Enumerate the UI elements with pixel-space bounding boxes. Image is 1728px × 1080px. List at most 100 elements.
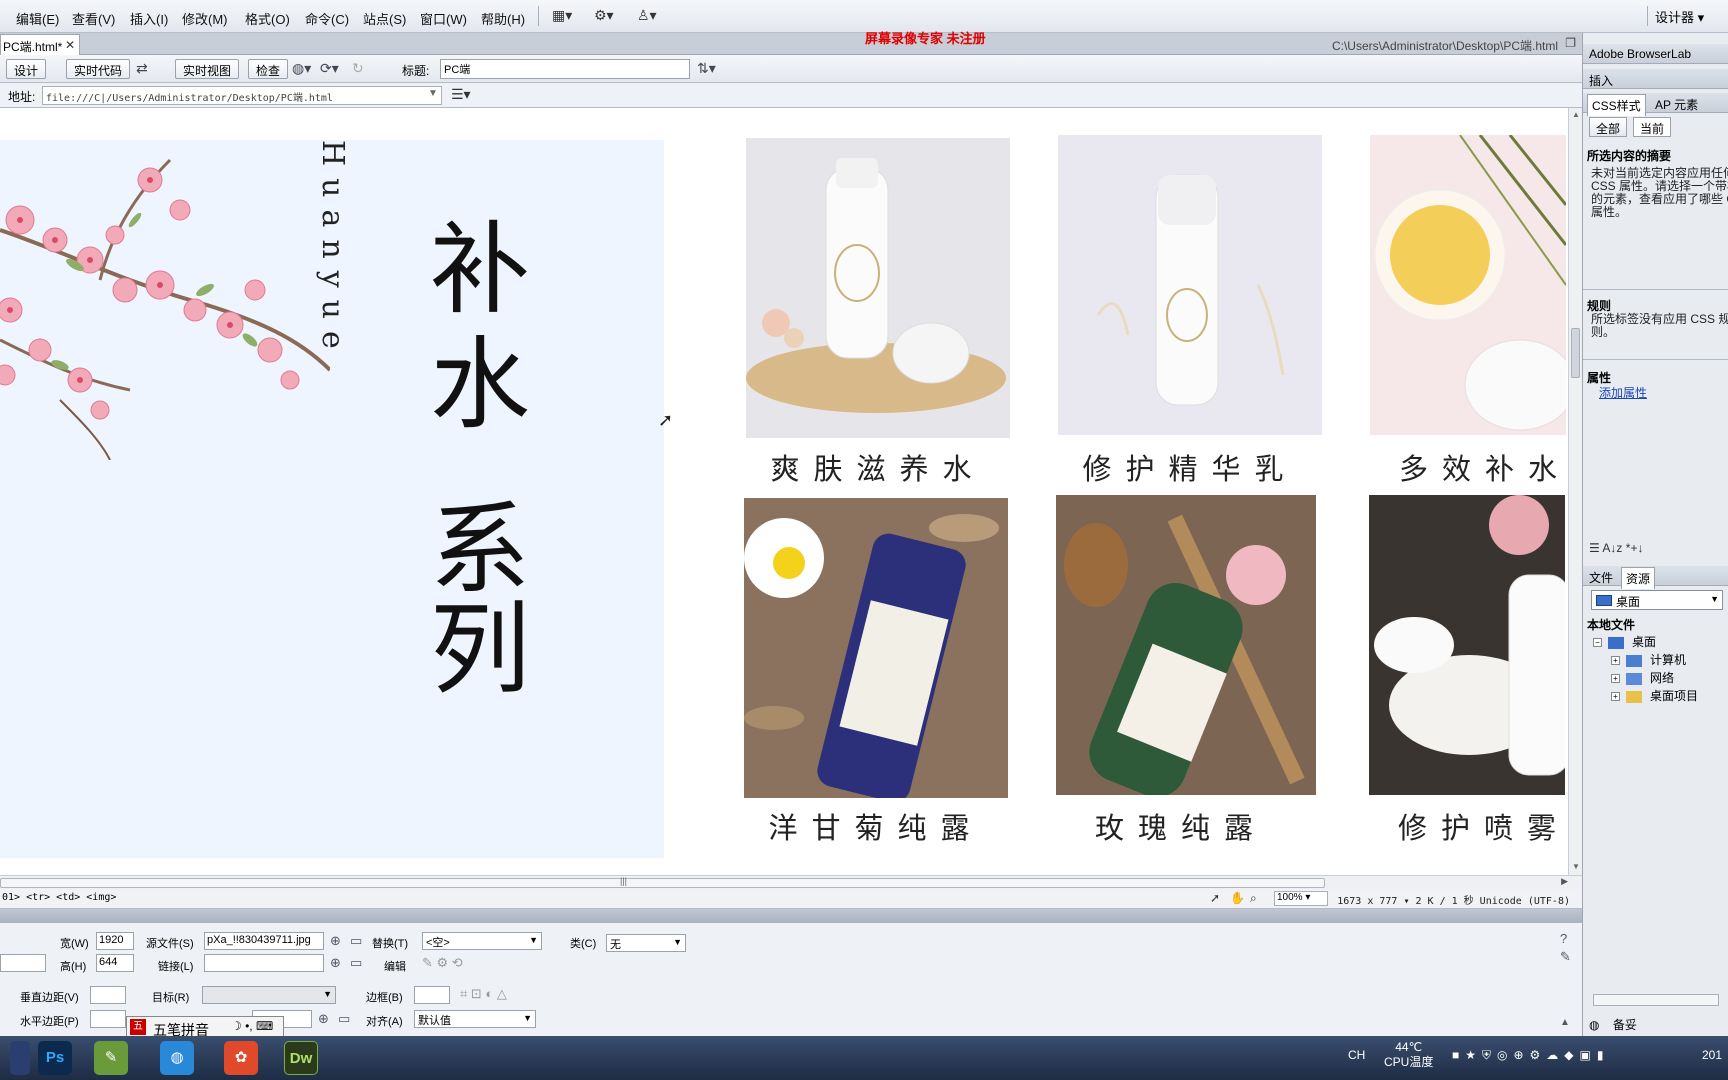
- collapse-icon[interactable]: −: [1593, 638, 1602, 648]
- product-photo[interactable]: [1058, 135, 1322, 435]
- address-input[interactable]: file:///C|/Users/Administrator/Desktop/P…: [42, 86, 442, 105]
- preview-browser-icon[interactable]: ◍▾: [292, 60, 311, 77]
- product-photo[interactable]: [1056, 495, 1316, 795]
- assets-tab[interactable]: 资源: [1621, 567, 1656, 589]
- layout-icon[interactable]: ▦▾: [552, 7, 572, 24]
- clock[interactable]: 201: [1702, 1048, 1722, 1062]
- menu-view[interactable]: 查看(V): [72, 9, 115, 28]
- scroll-down-icon[interactable]: ▼: [1572, 862, 1580, 871]
- menu-format[interactable]: 格式(O): [245, 9, 290, 28]
- ap-elements-tab[interactable]: AP 元素: [1655, 96, 1698, 113]
- menu-modify[interactable]: 修改(M): [182, 9, 228, 28]
- expand-icon[interactable]: +: [1611, 656, 1620, 666]
- menu-commands[interactable]: 命令(C): [305, 9, 349, 28]
- vertical-scrollbar[interactable]: ▲ ▼: [1568, 108, 1582, 875]
- ime-toolbar[interactable]: 五 五笔拼音 ☽ •, ⌨: [126, 1016, 284, 1038]
- product-photo[interactable]: [1370, 135, 1566, 435]
- hand-tool-icon[interactable]: ✋: [1230, 891, 1245, 905]
- scroll-right-icon[interactable]: ▶: [1561, 876, 1568, 887]
- product-photo[interactable]: [746, 138, 1010, 438]
- menu-insert[interactable]: 插入(I): [130, 9, 168, 28]
- vspace-input[interactable]: [90, 986, 126, 1004]
- current-button[interactable]: 当前: [1633, 117, 1672, 137]
- scroll-thumb[interactable]: [0, 878, 1325, 888]
- panel-divider[interactable]: [1583, 359, 1728, 360]
- tray-icons[interactable]: ■★⛨◎⊕⚙☁◆▣▮: [1452, 1048, 1609, 1063]
- align-select[interactable]: 默认值 ▼: [414, 1010, 536, 1028]
- browserlab-tab[interactable]: Adobe BrowserLab: [1589, 47, 1691, 61]
- files-horizontal-scrollbar[interactable]: [1593, 994, 1719, 1006]
- photoshop-taskbar-icon[interactable]: Ps: [38, 1041, 72, 1075]
- dreamweaver-taskbar-icon[interactable]: Dw: [284, 1041, 318, 1075]
- insert-tab[interactable]: 插入: [1589, 72, 1613, 89]
- height-input[interactable]: 644: [96, 954, 134, 972]
- product-photo[interactable]: [744, 498, 1008, 798]
- select-tool-icon[interactable]: ➚: [1210, 891, 1220, 905]
- menu-window[interactable]: 窗口(W): [420, 9, 467, 28]
- close-icon[interactable]: ✕: [65, 38, 75, 52]
- live-code-button[interactable]: 实时代码: [66, 59, 131, 79]
- tag-selector[interactable]: 01> <tr> <td> <img>: [2, 892, 116, 903]
- css-styles-tab[interactable]: CSS样式: [1587, 94, 1646, 116]
- design-canvas[interactable]: Huanyue 补 水 系 列 爽肤滋养水 修护精华乳 多效补水 洋甘菊纯露 玫…: [0, 108, 1568, 875]
- game-taskbar-icon[interactable]: ✿: [224, 1041, 258, 1075]
- split-view-icon[interactable]: ⇄: [136, 60, 148, 77]
- edit-icon[interactable]: ✎: [1560, 949, 1571, 965]
- scroll-thumb[interactable]: [1571, 328, 1580, 378]
- tree-node-computer[interactable]: + 计算机: [1611, 651, 1686, 668]
- class-select[interactable]: 无 ▼: [606, 934, 686, 952]
- width-input[interactable]: 1920: [96, 932, 134, 950]
- ime-mode-icons[interactable]: ☽ •, ⌨: [231, 1019, 273, 1033]
- edit-image-icon[interactable]: ✎ ⚙ ⟲: [422, 955, 463, 971]
- menu-help[interactable]: 帮助(H): [481, 9, 525, 28]
- title-input[interactable]: [440, 59, 690, 79]
- point-to-file-icon[interactable]: ⊕: [318, 1011, 329, 1027]
- language-indicator[interactable]: CH: [1348, 1048, 1365, 1062]
- design-view-button[interactable]: 设计: [6, 59, 47, 79]
- scroll-up-icon[interactable]: ▲: [1572, 110, 1580, 119]
- insert-panel-header[interactable]: 插入: [1583, 69, 1728, 89]
- product-photo[interactable]: [1369, 495, 1565, 795]
- refresh-icon[interactable]: ↻: [352, 60, 364, 77]
- folder-icon[interactable]: ▭: [350, 933, 362, 949]
- browserlab-panel-header[interactable]: Adobe BrowserLab: [1583, 44, 1728, 64]
- panel-divider[interactable]: [1583, 289, 1728, 290]
- folder-icon[interactable]: ▭: [338, 1011, 350, 1027]
- tree-node-network[interactable]: + 网络: [1611, 669, 1674, 686]
- site-icon[interactable]: ♙▾: [637, 7, 657, 24]
- view-options-icon[interactable]: ☰▾: [451, 86, 471, 103]
- horizontal-scrollbar[interactable]: ||| ▶: [0, 875, 1582, 889]
- expand-icon[interactable]: +: [1611, 692, 1620, 702]
- live-view-button[interactable]: 实时视图: [175, 59, 240, 79]
- refresh-design-icon[interactable]: ⟳▾: [320, 60, 339, 77]
- document-tab[interactable]: PC端.html* ✕: [0, 34, 80, 55]
- css-view-toggles[interactable]: ☰ A↓z *+↓: [1589, 541, 1643, 555]
- point-to-file-icon[interactable]: ⊕: [330, 955, 341, 971]
- src-input[interactable]: pXa_!!830439711.jpg: [204, 932, 324, 950]
- crop-icon[interactable]: ⌗ ⊡ ◐ △: [460, 986, 507, 1002]
- name-input[interactable]: [0, 954, 46, 972]
- zoom-select[interactable]: 100% ▾: [1274, 891, 1328, 906]
- expand-icon[interactable]: +: [1611, 674, 1620, 684]
- alt-select[interactable]: <空> ▼: [422, 932, 542, 950]
- menu-site[interactable]: 站点(S): [363, 9, 406, 28]
- point-to-file-icon[interactable]: ⊕: [330, 933, 341, 949]
- menu-edit[interactable]: 编辑(E): [16, 9, 59, 28]
- add-property-link[interactable]: 添加属性: [1599, 384, 1647, 401]
- target-select[interactable]: ▼: [202, 986, 336, 1004]
- tree-node-desktop-items[interactable]: + 桌面项目: [1611, 687, 1698, 704]
- gear-icon[interactable]: ⚙▾: [594, 7, 614, 24]
- site-location-select[interactable]: 桌面 ▼: [1591, 590, 1723, 610]
- folder-icon[interactable]: ▭: [350, 955, 362, 971]
- tree-node-desktop[interactable]: − 桌面: [1593, 633, 1656, 650]
- link-input[interactable]: [204, 954, 324, 972]
- browser-taskbar-icon[interactable]: ◍: [160, 1041, 194, 1075]
- chevron-down-icon[interactable]: ▼: [428, 88, 438, 99]
- files-tab[interactable]: 文件: [1589, 569, 1613, 586]
- start-button[interactable]: [10, 1041, 30, 1075]
- zoom-tool-icon[interactable]: ⌕: [1250, 891, 1257, 906]
- collapse-icon[interactable]: ▲: [1560, 1017, 1570, 1028]
- help-icon[interactable]: ?: [1560, 931, 1567, 946]
- restore-icon[interactable]: ❐: [1565, 36, 1576, 50]
- inspect-button[interactable]: 检查: [248, 59, 289, 79]
